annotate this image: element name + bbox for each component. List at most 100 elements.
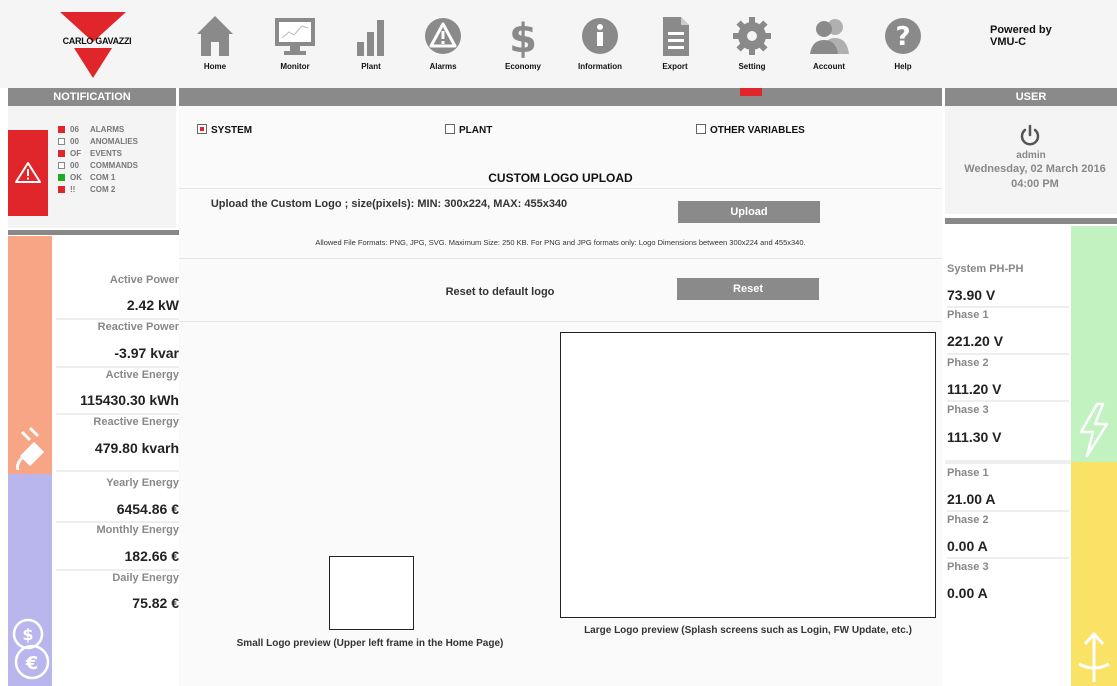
nav-alarms[interactable]: Alarms [408, 14, 478, 71]
plug-icon [16, 426, 45, 470]
coins-icon: $€ [12, 618, 50, 680]
nav-label: Plant [361, 62, 381, 71]
notification-row[interactable]: 00 ANOMALIES [58, 136, 138, 147]
nav-label: Setting [738, 62, 766, 71]
gear-icon [733, 17, 771, 55]
nav-label: Alarms [429, 62, 457, 71]
divider [945, 218, 1117, 224]
power-strip [8, 236, 52, 474]
upload-button[interactable]: Upload [678, 201, 820, 223]
nav-label: Account [813, 62, 845, 71]
reactive-energy-label: Reactive Energy [93, 416, 179, 428]
checkbox-plant[interactable]: PLANT [445, 124, 492, 136]
divider [947, 557, 1069, 559]
nav-export[interactable]: Export [640, 14, 710, 71]
system-voltage-label: System PH-PH [947, 263, 1024, 275]
status-indicator [58, 162, 65, 169]
checkbox-box[interactable] [445, 124, 455, 134]
export-icon [663, 17, 689, 56]
home-icon [197, 16, 233, 56]
phase2-voltage-value: 111.20 V [947, 381, 1002, 397]
nav-home[interactable]: Home [180, 14, 250, 71]
reset-button[interactable]: Reset [677, 278, 819, 300]
notification-row[interactable]: 06 ALARMS [58, 124, 124, 135]
nav-account[interactable]: Account [794, 14, 864, 71]
large-logo-caption: Large Logo preview (Splash screens such … [584, 625, 912, 636]
info-icon [582, 18, 618, 54]
nav-label: Monitor [280, 62, 310, 71]
phase2-current-value: 0.00 A [947, 538, 988, 554]
notification-count: OF [70, 149, 82, 158]
notification-row[interactable]: 00 COMMANDS [58, 160, 138, 171]
checkbox-label: OTHER VARIABLES [710, 125, 805, 136]
notification-label: ALARMS [90, 125, 125, 134]
user-header: USER [945, 88, 1117, 106]
nav-information[interactable]: Information [565, 14, 635, 71]
phase1-voltage-label: Phase 1 [947, 309, 989, 321]
phase2-voltage-label: Phase 2 [947, 357, 989, 369]
monthly-energy-value: 182.66 € [124, 548, 180, 564]
phase1-current-value: 21.00 A [947, 491, 996, 507]
nav-setting[interactable]: Setting [717, 14, 787, 71]
svg-text:€: € [25, 653, 39, 674]
notification-header: NOTIFICATION [8, 88, 176, 106]
date-text: Wednesday, 02 March 2016 [964, 163, 1106, 175]
svg-text:?: ? [895, 22, 910, 52]
warning-icon [15, 162, 41, 183]
phase1-current-label: Phase 1 [947, 467, 989, 479]
nav-monitor[interactable]: Monitor [260, 14, 330, 71]
yearly-energy-label: Yearly Energy [106, 477, 179, 489]
powered-by: Powered by VMU-C [990, 24, 1052, 48]
current-arrow-icon [1078, 631, 1110, 682]
large-logo-preview [560, 332, 936, 618]
notification-count: 06 [70, 125, 79, 134]
nav-help[interactable]: ? Help [868, 14, 938, 71]
checkbox-box[interactable] [197, 124, 207, 134]
nav-label: Economy [504, 62, 541, 71]
active-power-label: Active Power [109, 274, 179, 286]
notification-label: ANOMALIES [90, 137, 138, 146]
lightning-icon [1079, 402, 1109, 458]
product-name: VMU-C [990, 36, 1027, 48]
alert-tile[interactable] [8, 130, 48, 216]
status-indicator [58, 186, 65, 193]
page-title: CUSTOM LOGO UPLOAD [488, 171, 633, 185]
economy-strip: $ € [8, 474, 52, 686]
notification-row[interactable]: OK COM 1 [58, 172, 115, 183]
small-logo-preview [329, 556, 414, 630]
checkbox-other-variables[interactable]: OTHER VARIABLES [696, 124, 805, 136]
notification-row[interactable]: !! COM 2 [58, 184, 115, 195]
notification-count: 00 [70, 161, 79, 170]
active-energy-label: Active Energy [105, 369, 179, 381]
phase3-voltage-value: 111.30 V [947, 429, 1002, 445]
system-voltage-value: 73.90 V [947, 287, 996, 303]
divider [947, 353, 1069, 355]
brand-name: CARLO GAVAZZI [62, 36, 132, 46]
nav-label: Information [578, 62, 622, 71]
powered-by-label: Powered by [990, 24, 1052, 36]
status-indicator [58, 138, 65, 145]
checkbox-box[interactable] [696, 124, 706, 134]
notification-label: EVENTS [90, 149, 123, 158]
voltage-strip [1071, 226, 1117, 462]
checkbox-system[interactable]: SYSTEM [197, 124, 252, 136]
active-tab-indicator [740, 88, 762, 96]
nav-economy[interactable]: $ Economy [488, 14, 558, 71]
divider [179, 188, 942, 189]
divider [56, 569, 180, 571]
status-indicator [58, 174, 65, 181]
active-energy-value: 115430.30 kWh [80, 392, 179, 408]
small-logo-caption: Small Logo preview (Upper left frame in … [236, 638, 504, 649]
divider [56, 470, 180, 472]
nav-plant[interactable]: Plant [336, 14, 406, 71]
notification-count: 00 [70, 137, 79, 146]
notification-count: !! [70, 185, 76, 194]
power-icon[interactable] [1019, 124, 1041, 146]
notification-label: COM 2 [90, 185, 116, 194]
nav-label: Home [203, 62, 227, 71]
notification-count: OK [70, 173, 82, 182]
notification-row[interactable]: OF EVENTS [58, 148, 122, 159]
divider [56, 318, 180, 320]
divider [56, 521, 180, 523]
nav-label: Help [894, 62, 912, 71]
